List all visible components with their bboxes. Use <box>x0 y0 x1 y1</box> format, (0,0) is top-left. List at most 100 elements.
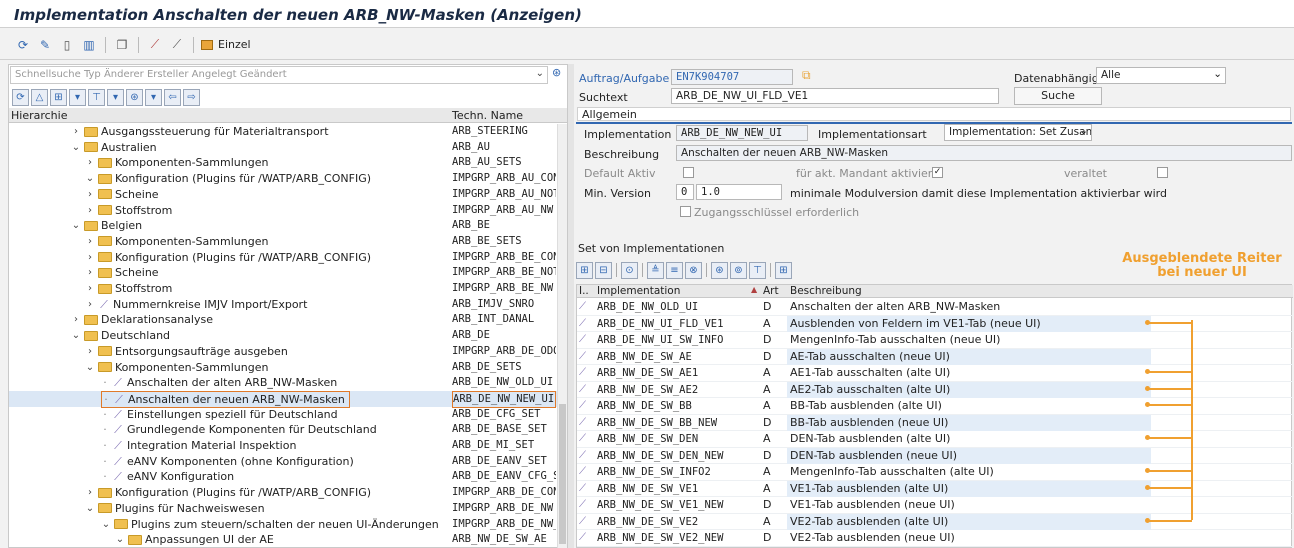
refresh-icon[interactable]: ⟳ <box>12 88 29 106</box>
tree-node[interactable]: › Konfiguration (Plugins für /WATP/ARB_CO… <box>85 485 371 500</box>
tree-row[interactable]: ⌄ Plugins für Nachweiswesen IMPGRP_ARB_DE_… <box>9 501 557 517</box>
tree-row[interactable]: ⌄ Komponenten-Sammlungen ARB_DE_SETS <box>9 360 557 376</box>
col-hierarchy[interactable]: Hierarchie <box>11 109 67 122</box>
suchtext-input[interactable]: ARB_DE_NW_UI_FLD_VE1 <box>671 88 999 104</box>
tree-row[interactable]: › Scheine IMPGRP_ARB_BE_NOTI <box>9 265 557 281</box>
collapse-icon[interactable]: △ <box>31 88 48 106</box>
chevron-right-icon[interactable]: › <box>85 155 95 170</box>
tree-row[interactable]: · ⟋ eANV Konfiguration ARB_DE_EANV_CFG_SI <box>9 469 557 485</box>
table-row[interactable]: ⟋ ARB_NW_DE_SW_INFO2 A MengenInfo-Tab aussc… <box>577 464 1293 481</box>
tree-node[interactable]: › Stoffstrom <box>85 281 172 296</box>
chevron-down-icon[interactable]: ⌄ <box>71 328 81 343</box>
tree-node[interactable]: ⌄ Plugins zum steuern/schalten der neuen … <box>101 517 439 532</box>
table-row[interactable]: ⟋ ARB_NW_DE_SW_AE2 A AE2-Tab ausschalten (a… <box>577 381 1293 398</box>
dropdown-icon[interactable]: ▾ <box>69 88 86 106</box>
datenabh-select[interactable]: Alle ⌄ <box>1096 67 1226 84</box>
tree-node[interactable]: · ⟋ Integration Material Inspektion <box>101 438 296 453</box>
chevron-down-icon[interactable]: ⌄ <box>536 68 544 79</box>
chevron-right-icon[interactable]: › <box>85 203 95 218</box>
table-row[interactable]: ⟋ ARB_NW_DE_SW_AE1 A AE1-Tab ausschalten (a… <box>577 365 1293 382</box>
tree-row[interactable]: › Entsorgungsaufträge ausgeben IMPGRP_ARB_… <box>9 344 557 360</box>
new-document-icon[interactable]: ▯ <box>58 36 76 54</box>
tree-node[interactable]: ⌄ Australien <box>71 140 157 155</box>
chevron-right-icon[interactable]: › <box>85 234 95 249</box>
table-row[interactable]: ⟋ ARB_NW_DE_SW_DEN A DEN-Tab ausblenden (al… <box>577 431 1293 448</box>
find-next-icon[interactable]: ⊚ <box>730 261 747 279</box>
chevron-down-icon[interactable]: ⌄ <box>101 517 111 532</box>
chevron-right-icon[interactable]: › <box>71 312 81 327</box>
chevron-down-icon[interactable]: ⌄ <box>85 501 95 516</box>
tree-node[interactable]: › Scheine <box>85 187 159 202</box>
tree-node[interactable]: ⌄ Deutschland <box>71 328 170 343</box>
table-row[interactable]: ⟋ ARB_DE_NW_UI_FLD_VE1 A Ausblenden von Fel… <box>577 315 1293 332</box>
tree-node[interactable]: › ⟋ Nummernkreise IMJV Import/Export <box>85 297 307 312</box>
tab-allgemein[interactable]: Allgemein <box>577 107 1291 121</box>
tree-icon[interactable]: ⊞ <box>50 88 67 106</box>
col-beschr[interactable]: Beschreibung <box>790 285 862 297</box>
minver-field-a[interactable]: 0 <box>676 184 694 200</box>
tree-row[interactable]: › Komponenten-Sammlungen ARB_BE_SETS <box>9 234 557 250</box>
tree-row[interactable]: ⌄ Anpassungen UI der AE ARB_NW_DE_SW_AE <box>9 532 557 548</box>
filter-icon[interactable]: ⊤ <box>749 261 766 279</box>
chevron-down-icon[interactable]: ⌄ <box>71 218 81 233</box>
tree-row[interactable]: › Scheine IMPGRP_ARB_AU_NOT <box>9 187 557 203</box>
tree-row[interactable]: › Komponenten-Sammlungen ARB_AU_SETS <box>9 155 557 171</box>
chevron-right-icon[interactable]: › <box>85 250 95 265</box>
tree-row[interactable]: · ⟋ Einstellungen speziell für Deutschland… <box>9 407 557 423</box>
chevron-right-icon[interactable]: › <box>85 297 95 312</box>
add-row-icon[interactable]: ⊞ <box>576 261 593 279</box>
table-row[interactable]: ⟋ ARB_NW_DE_SW_VE2 A VE2-Tab ausblenden (al… <box>577 513 1293 530</box>
tree-node[interactable]: › Komponenten-Sammlungen <box>85 155 268 170</box>
chevron-right-icon[interactable]: › <box>85 281 95 296</box>
tree-node[interactable]: › Komponenten-Sammlungen <box>85 234 268 249</box>
chevron-right-icon[interactable]: › <box>85 485 95 500</box>
refresh-icon[interactable]: ⟳ <box>14 36 32 54</box>
tree-node[interactable]: ⌄ Plugins für Nachweiswesen <box>85 501 265 516</box>
table-row[interactable]: ⟋ ARB_NW_DE_SW_VE1_NEW D VE1-Tab ausblenden… <box>577 497 1293 514</box>
tree-node[interactable]: › Entsorgungsaufträge ausgeben <box>85 344 288 359</box>
sort-asc-icon[interactable]: ≜ <box>647 261 664 279</box>
tree-row[interactable]: · ⟋ Anschalten der neuen ARB_NW-Masken ARB_… <box>9 390 557 408</box>
col-tech-name[interactable]: Techn. Name <box>452 109 523 122</box>
chevron-right-icon[interactable]: › <box>85 344 95 359</box>
wand-icon[interactable]: ⟋ <box>146 36 164 54</box>
tree-row[interactable]: ⌄ Konfiguration (Plugins für /WATP/ARB_CO… <box>9 171 557 187</box>
filter-icon[interactable]: ⊤ <box>88 88 105 106</box>
table-row[interactable]: ⟋ ARB_NW_DE_SW_BB A BB-Tab ausblenden (alte… <box>577 398 1293 415</box>
tree-row[interactable]: · ⟋ Grundlegende Komponenten für Deutschla… <box>9 422 557 438</box>
default-aktiv-checkbox[interactable] <box>683 167 694 178</box>
tree-row[interactable]: ⌄ Belgien ARB_BE <box>9 218 557 234</box>
tree-node[interactable]: › Deklarationsanalyse <box>71 312 213 327</box>
tree-row[interactable]: ⌄ Australien ARB_AU <box>9 140 557 156</box>
tree-node[interactable]: · ⟋ Einstellungen speziell für Deutschland <box>101 407 337 422</box>
find-icon[interactable]: ⊛ <box>126 88 143 106</box>
table-row[interactable]: ⟋ ARB_NW_DE_SW_DEN_NEW D DEN-Tab ausblenden… <box>577 447 1293 464</box>
chevron-down-icon[interactable]: ⌄ <box>71 140 81 155</box>
tree-node[interactable]: · ⟋ Anschalten der neuen ARB_NW-Masken <box>101 390 350 408</box>
veraltet-checkbox[interactable] <box>1157 167 1168 178</box>
tree-node[interactable]: › Ausgangssteuerung für Materialtransport <box>71 124 329 139</box>
tree-row[interactable]: › ⟋ Nummernkreise IMJV Import/Export ARB_IM… <box>9 297 557 313</box>
sort-desc-icon[interactable]: ≡ <box>666 261 683 279</box>
minver-field-b[interactable]: 1.0 <box>696 184 782 200</box>
layout-icon[interactable]: ⊞ <box>775 261 792 279</box>
tree-row[interactable]: › Ausgangssteuerung für Materialtransport… <box>9 124 557 140</box>
transport-icon[interactable]: ⧉ <box>802 68 811 83</box>
suche-button[interactable]: Suche <box>1014 87 1102 105</box>
tree-row[interactable]: › Konfiguration (Plugins für /WATP/ARB_CO… <box>9 250 557 266</box>
scroll-thumb[interactable] <box>559 404 566 544</box>
chevron-right-icon[interactable]: › <box>71 124 81 139</box>
table-row[interactable]: ⟋ ARB_NW_DE_SW_VE2_NEW D VE2-Tab ausblenden… <box>577 530 1293 547</box>
arrow-left-icon[interactable]: ⇦ <box>164 88 181 106</box>
table-row[interactable]: ⟋ ARB_DE_NW_OLD_UI D Anschalten der alten A… <box>577 299 1293 316</box>
table-row[interactable]: ⟋ ARB_NW_DE_SW_AE D AE-Tab ausschalten (neu… <box>577 348 1293 365</box>
tree-node[interactable]: › Stoffstrom <box>85 203 172 218</box>
table-row[interactable]: ⟋ ARB_NW_DE_SW_BB_NEW D BB-Tab ausblenden (… <box>577 414 1293 431</box>
table-row[interactable]: ⟋ ARB_DE_NW_UI_SW_INFO D MengenInfo-Tab aus… <box>577 332 1293 349</box>
quick-search-input[interactable]: Schnellsuche Typ Änderer Ersteller Angel… <box>10 66 548 84</box>
remove-row-icon[interactable]: ⊟ <box>595 261 612 279</box>
table-row[interactable]: ⟋ ARB_NW_DE_SW_VE1 A VE1-Tab ausblenden (al… <box>577 480 1293 497</box>
tree-node[interactable]: · ⟋ eANV Konfiguration <box>101 469 234 484</box>
tree-node[interactable]: ⌄ Komponenten-Sammlungen <box>85 360 269 375</box>
chevron-down-icon[interactable]: ⌄ <box>85 360 95 375</box>
